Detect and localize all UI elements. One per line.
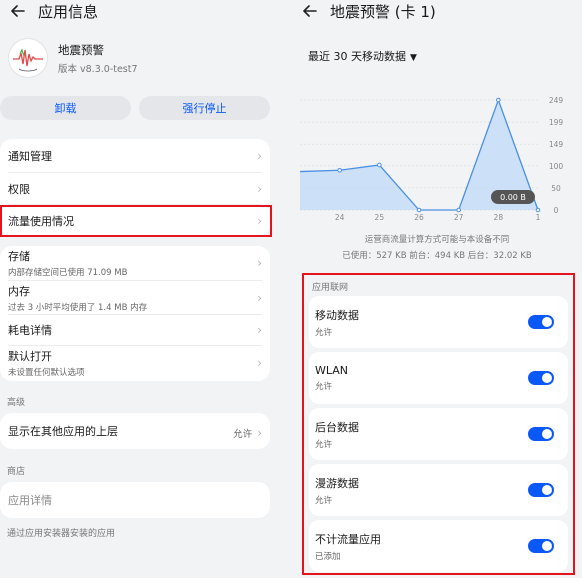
notifications-item[interactable]: 通知管理 › — [0, 139, 270, 172]
wlan-label: WLAN — [315, 364, 349, 377]
tooltip-value: 0.00 B — [500, 193, 526, 202]
notifications-label: 通知管理 — [8, 149, 52, 163]
data-period-label: 最近 30 天移动数据 — [308, 50, 406, 63]
storage-sub: 内部存储空间已使用 71.09 MB — [8, 268, 128, 278]
network-header: 应用联网 — [312, 283, 349, 293]
permissions-item[interactable]: 权限 › — [0, 173, 270, 204]
back-button[interactable] — [300, 1, 320, 21]
back-button[interactable] — [8, 1, 28, 21]
unmetered-app-toggle[interactable] — [528, 539, 554, 553]
roaming-data-item[interactable]: 漫游数据 允许 — [309, 464, 568, 516]
app-info-panel: 应用信息 地震预警 版本 v8.3.0-test7 卸载 强行停止 通知管理 ›… — [0, 0, 282, 578]
back-arrow-icon — [11, 5, 25, 17]
roaming-data-sub: 允许 — [315, 495, 333, 506]
page-title: 地震预警 (卡 1) — [330, 2, 436, 21]
back-arrow-icon — [303, 5, 317, 17]
data-point — [496, 97, 501, 103]
settings-group-2: 存储 内部存储空间已使用 71.09 MB › 内存 过去 3 小时平均使用了 … — [0, 246, 270, 381]
usage-chart: 0 50 100 149 199 249 24 25 26 27 28 1 0.00 B — [300, 96, 564, 222]
data-point — [337, 167, 342, 173]
x-tick-label: 1 — [536, 213, 541, 222]
left-header: 应用信息 — [0, 0, 282, 22]
store-header: 商店 — [7, 467, 26, 477]
background-data-item[interactable]: 后台数据 允许 — [309, 408, 568, 460]
chevron-right-icon: › — [257, 425, 262, 440]
storage-label: 存储 — [8, 250, 30, 263]
default-open-label: 默认打开 — [8, 350, 52, 363]
dropdown-triangle-icon: ▼ — [410, 53, 417, 63]
app-details-label: 应用详情 — [8, 494, 52, 507]
overlay-label: 显示在其他应用的上层 — [8, 425, 118, 438]
mobile-data-toggle[interactable] — [528, 315, 554, 329]
roaming-data-label: 漫游数据 — [315, 476, 359, 490]
mobile-data-sub: 允许 — [315, 327, 333, 338]
mobile-data-label: 移动数据 — [315, 308, 359, 322]
uninstall-button[interactable]: 卸载 — [0, 96, 131, 120]
app-details-item[interactable]: 应用详情 — [0, 482, 270, 518]
data-point — [535, 207, 541, 213]
wlan-sub: 允许 — [315, 382, 333, 392]
unmetered-app-label: 不计流量应用 — [315, 532, 381, 546]
y-tick-label: 50 — [551, 184, 561, 193]
unmetered-app-item[interactable]: 不计流量应用 已添加 — [309, 520, 568, 572]
data-point — [456, 207, 461, 213]
data-usage-panel: 地震预警 (卡 1) 最近 30 天移动数据 ▼ 0 50 100 149 199 249 2… — [292, 0, 582, 578]
network-access-section: 应用联网 移动数据 允许 WLAN 允许 后台数据 允许 漫游数据 允许 不计流量应用已… — [302, 273, 575, 575]
chevron-right-icon: › — [257, 290, 262, 305]
x-tick-label: 24 — [335, 213, 345, 222]
background-data-sub: 允许 — [315, 439, 333, 450]
memory-sub: 过去 3 小时平均使用了 1.4 MB 内存 — [8, 302, 148, 313]
chevron-right-icon: › — [257, 356, 262, 370]
memory-label: 内存 — [8, 284, 30, 298]
memory-item[interactable]: 内存 过去 3 小时平均使用了 1.4 MB 内存 › — [0, 281, 270, 314]
app-icon — [8, 38, 48, 78]
x-tick-label: 27 — [454, 213, 464, 222]
data-point — [377, 162, 382, 168]
unmetered-app-sub: 已添加 — [315, 551, 341, 562]
wlan-item[interactable]: WLAN 允许 — [309, 352, 568, 404]
default-open-sub: 未设置任何默认选项 — [8, 368, 85, 378]
background-data-label: 后台数据 — [315, 420, 359, 434]
permissions-label: 权限 — [8, 182, 30, 196]
data-period-selector[interactable]: 最近 30 天移动数据 ▼ — [308, 48, 417, 64]
data-point — [416, 207, 422, 213]
mobile-data-item[interactable]: 移动数据 允许 — [309, 296, 568, 348]
app-name: 地震预警 — [58, 42, 104, 57]
installer-note: 通过应用安装器安装的应用 — [7, 529, 116, 539]
y-tick-label: 249 — [549, 96, 564, 105]
chevron-right-icon: › — [257, 148, 262, 163]
data-usage-highlight — [0, 205, 272, 237]
roaming-data-toggle[interactable] — [528, 483, 554, 497]
y-tick-label: 199 — [549, 118, 564, 127]
chevron-right-icon: › — [257, 323, 262, 337]
x-tick-label: 26 — [414, 213, 424, 222]
x-tick-label: 28 — [494, 213, 504, 222]
y-tick-label: 149 — [549, 140, 564, 149]
usage-summary: 已使用：527 KB 前台：494 KB 后台：32.02 KB — [342, 251, 532, 261]
page-title: 应用信息 — [38, 2, 99, 21]
chevron-right-icon: › — [257, 256, 262, 270]
background-data-toggle[interactable] — [528, 427, 554, 441]
force-stop-button[interactable]: 强行停止 — [139, 96, 270, 120]
battery-label: 耗电详情 — [8, 324, 52, 337]
y-tick-label: 0 — [554, 206, 559, 215]
storage-item[interactable]: 存储 内部存储空间已使用 71.09 MB › — [0, 246, 270, 280]
store-group: 应用详情 — [0, 482, 270, 518]
default-open-item[interactable]: 默认打开 未设置任何默认选项 › — [0, 346, 270, 380]
battery-item[interactable]: 耗电详情 › — [0, 315, 270, 345]
overlay-value: 允许 — [233, 428, 253, 440]
app-version: 版本 v8.3.0-test7 — [58, 63, 138, 75]
right-header: 地震预警 (卡 1) — [292, 0, 436, 22]
advanced-header: 高级 — [7, 398, 26, 408]
overlay-item[interactable]: 显示在其他应用的上层 允许 › — [0, 413, 270, 449]
y-tick-label: 100 — [549, 162, 564, 171]
carrier-notice: 运营商流量计算方式可能与本设备不同 — [364, 235, 510, 245]
app-info: 地震预警 版本 v8.3.0-test7 — [8, 38, 138, 78]
x-tick-label: 25 — [375, 213, 385, 222]
wlan-toggle[interactable] — [528, 371, 554, 385]
advanced-group: 显示在其他应用的上层 允许 › — [0, 413, 270, 449]
chevron-right-icon: › — [257, 181, 262, 196]
action-buttons: 卸载 强行停止 — [0, 96, 270, 120]
